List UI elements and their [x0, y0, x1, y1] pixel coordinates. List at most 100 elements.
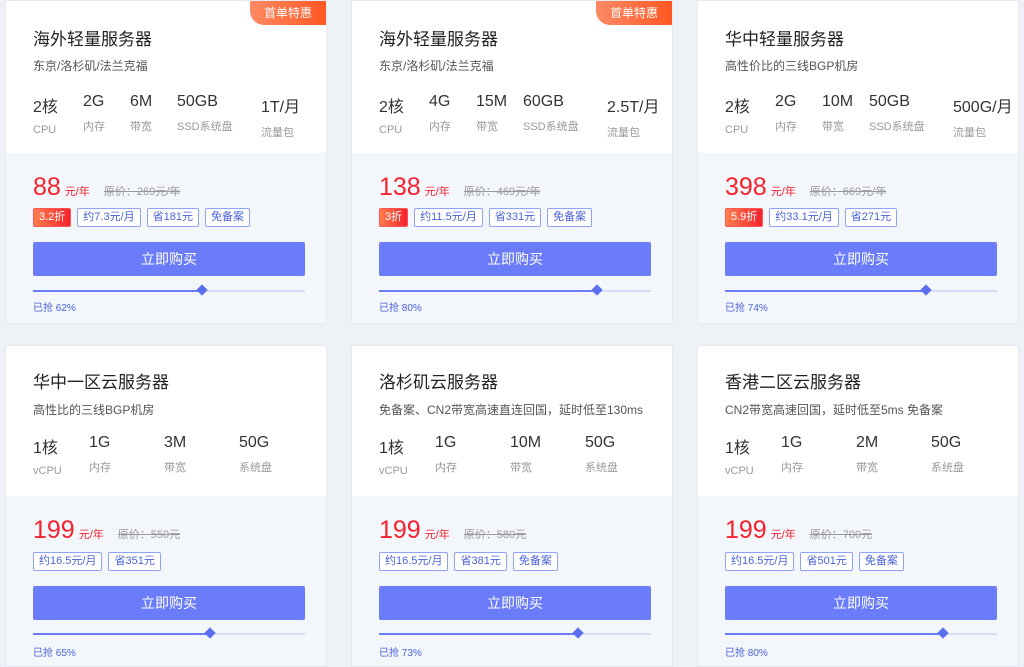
price-unit: 元/年 — [78, 529, 104, 541]
spec-value: 2.5T/月 — [607, 99, 660, 116]
original-price: 原价：269元/年 — [103, 186, 181, 198]
progress-handle-icon — [204, 627, 216, 639]
spec-value: 1核 — [379, 440, 404, 457]
spec-label: 系统盘 — [931, 462, 964, 474]
spec-item: 1T/月 流量包 — [261, 93, 300, 140]
spec-label: SSD系统盘 — [523, 121, 579, 133]
sold-progress-bar — [725, 627, 997, 639]
price: 199 — [725, 516, 767, 544]
price: 138 — [379, 173, 421, 201]
spec-label: CPU — [33, 124, 57, 136]
spec-item: 2G 内存 — [83, 93, 105, 134]
sold-progress-bar — [379, 627, 651, 639]
feature-tag: 约16.5元/月 — [725, 552, 795, 571]
spec-item: 1核 vCPU — [33, 434, 62, 477]
spec-value: 2M — [856, 434, 879, 451]
original-price: 原价：469元/年 — [463, 186, 541, 198]
price: 398 — [725, 173, 767, 201]
product-subtitle: 东京/洛杉矶/法兰克福 — [379, 59, 494, 73]
product-card: 洛杉矶云服务器 免备案、CN2带宽高速直连回国，延时低至130ms 1核 vCPU… — [351, 345, 673, 667]
spec-item: 1G 内存 — [435, 434, 457, 475]
buy-now-button[interactable]: 立即购买 — [725, 586, 997, 620]
card-header: 洛杉矶云服务器 免备案、CN2带宽高速直连回国，延时低至130ms 1核 vCPU… — [352, 346, 672, 496]
product-subtitle: 高性比的三线BGP机房 — [33, 403, 155, 417]
spec-value: 50GB — [177, 93, 218, 110]
price: 199 — [33, 516, 75, 544]
product-title: 香港二区云服务器 — [725, 373, 861, 392]
spec-value: 1核 — [33, 440, 58, 457]
original-price: 原价：700元 — [809, 529, 873, 541]
price: 88 — [33, 173, 61, 201]
feature-tag: 免备案 — [858, 552, 904, 571]
spec-item: 60GB SSD系统盘 — [523, 93, 579, 134]
tag-list: 3折 约11.5元/月 省331元 免备案 — [379, 208, 598, 227]
spec-label: vCPU — [33, 465, 62, 477]
spec-value: 6M — [130, 93, 153, 110]
spec-value: 2核 — [725, 99, 750, 116]
feature-tag: 约16.5元/月 — [379, 552, 449, 571]
spec-item: 3M 带宽 — [164, 434, 186, 475]
product-subtitle: 东京/洛杉矶/法兰克福 — [33, 59, 148, 73]
spec-label: 内存 — [775, 121, 797, 133]
spec-label: vCPU — [725, 465, 754, 477]
spec-label: 内存 — [781, 462, 803, 474]
sold-progress-fill — [379, 290, 597, 292]
feature-tag: 省331元 — [488, 208, 542, 227]
card-header: 香港二区云服务器 CN2带宽高速回国，延时低至5ms 免备案 1核 vCPU 1G 内… — [698, 346, 1018, 496]
feature-tag: 省381元 — [454, 552, 507, 571]
price-unit: 元/年 — [770, 529, 796, 541]
product-card: 华中一区云服务器 高性比的三线BGP机房 1核 vCPU 1G 内存 3M 带宽 50G 系统… — [5, 345, 327, 667]
spec-label: 带宽 — [164, 462, 186, 474]
tag-list: 约16.5元/月 省381元 免备案 — [379, 552, 564, 571]
spec-item: 1核 vCPU — [379, 434, 408, 477]
spec-item: 500G/月 流量包 — [953, 93, 1013, 140]
spec-item: 2M 带宽 — [856, 434, 878, 475]
spec-item: 4G 内存 — [429, 93, 451, 134]
progress-handle-icon — [920, 284, 932, 296]
tag-list: 约16.5元/月 省501元 免备案 — [725, 552, 910, 571]
price-row: 199 元/年 原价：550元 — [33, 516, 180, 545]
spec-label: 带宽 — [510, 462, 532, 474]
spec-label: 系统盘 — [239, 462, 272, 474]
spec-item: 1核 vCPU — [725, 434, 754, 477]
buy-now-button[interactable]: 立即购买 — [725, 242, 997, 276]
sold-progress-bar — [33, 627, 305, 639]
spec-label: 系统盘 — [585, 462, 618, 474]
spec-value: 4G — [429, 93, 451, 110]
sold-progress-fill — [33, 633, 210, 635]
sold-percentage: 已抢 80% — [725, 648, 768, 659]
spec-item: 2核 CPU — [379, 93, 404, 136]
feature-tag: 免备案 — [547, 208, 593, 227]
feature-tag: 免备案 — [512, 552, 558, 571]
product-subtitle: CN2带宽高速回国，延时低至5ms 免备案 — [725, 403, 944, 417]
spec-value: 50G — [931, 434, 962, 451]
spec-item: 2G 内存 — [775, 93, 797, 134]
spec-value: 1G — [435, 434, 457, 451]
spec-label: 流量包 — [261, 127, 294, 139]
sold-percentage: 已抢 80% — [379, 303, 422, 314]
buy-now-button[interactable]: 立即购买 — [33, 586, 305, 620]
spec-label: 内存 — [435, 462, 457, 474]
spec-item: 10M 带宽 — [822, 93, 853, 134]
price-row: 138 元/年 原价：469元/年 — [379, 173, 540, 202]
sold-progress-bar — [725, 284, 997, 296]
card-header: 首单特惠 海外轻量服务器 东京/洛杉矶/法兰克福 2核 CPU 2G 内存 6M 带宽 50… — [6, 1, 326, 153]
feature-tag: 省271元 — [844, 208, 898, 227]
card-header: 华中一区云服务器 高性比的三线BGP机房 1核 vCPU 1G 内存 3M 带宽 50G 系统… — [6, 346, 326, 496]
spec-label: 内存 — [429, 121, 451, 133]
spec-label: 流量包 — [953, 127, 986, 139]
card-pricing: 88 元/年 原价：269元/年 3.2折 约7.3元/月 省181元 免备案 立即购买 … — [6, 153, 326, 323]
tag-list: 3.2折 约7.3元/月 省181元 免备案 — [33, 208, 256, 227]
spec-value: 2G — [83, 93, 105, 110]
spec-item: 6M 带宽 — [130, 93, 152, 134]
feature-tag: 省351元 — [108, 552, 161, 571]
spec-label: 流量包 — [607, 127, 640, 139]
buy-now-button[interactable]: 立即购买 — [379, 242, 651, 276]
buy-now-button[interactable]: 立即购买 — [33, 242, 305, 276]
first-order-badge: 首单特惠 — [596, 1, 672, 25]
buy-now-button[interactable]: 立即购买 — [379, 586, 651, 620]
price-unit: 元/年 — [64, 186, 90, 198]
feature-tag: 约11.5元/月 — [414, 208, 483, 227]
card-header: 首单特惠 海外轻量服务器 东京/洛杉矶/法兰克福 2核 CPU 4G 内存 15M 带宽 6… — [352, 1, 672, 153]
product-card: 华中轻量服务器 高性价比的三线BGP机房 2核 CPU 2G 内存 10M 带宽 50GB S… — [697, 0, 1019, 324]
